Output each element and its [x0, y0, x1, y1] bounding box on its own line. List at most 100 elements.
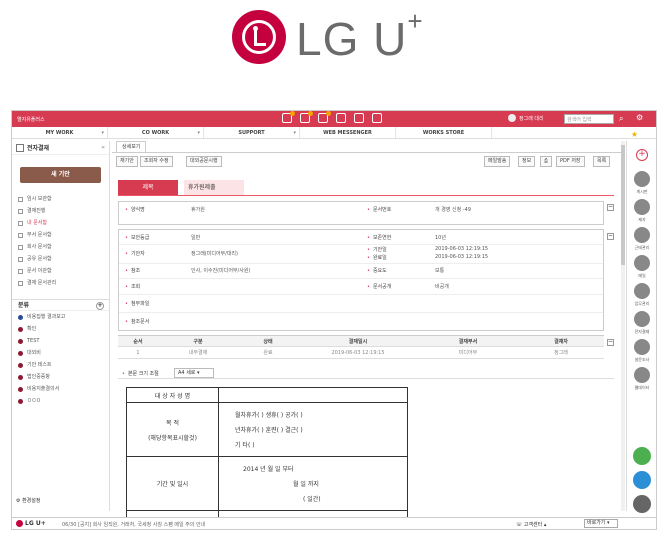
folder-icon: [18, 280, 23, 286]
sidebar-item-label: 결재진행: [27, 208, 46, 214]
approval-icon[interactable]: [354, 113, 364, 123]
rail-pen[interactable]: 제자: [631, 199, 653, 223]
cell: 완료: [263, 350, 273, 356]
add-category-icon[interactable]: +: [96, 302, 104, 310]
rail-webdata[interactable]: 웹데이터: [631, 367, 653, 391]
new-draft-button[interactable]: 새 기안: [20, 167, 101, 183]
importance-key: 중요도: [367, 267, 387, 274]
sidebar-item-doc-manage[interactable]: 결재 문서관리: [12, 277, 109, 289]
collapse-info-icon[interactable]: −: [607, 233, 614, 240]
sidebar-item-my-docs[interactable]: 내 문서함: [12, 217, 109, 229]
right-rail: + 게시판 제자 근태관리 메일 업무관리 전자결재 설문조사 웹데이터: [626, 141, 656, 513]
cell: 2019-06-03 12:19:15: [331, 349, 385, 356]
rail-label: 업무관리: [634, 301, 650, 306]
attendance-icon: [634, 227, 650, 243]
draft-date-value: 2019-06-03 12:19:15: [435, 246, 489, 252]
person-icon[interactable]: [372, 113, 382, 123]
menu-works-store-label: WORKS STORE: [422, 129, 465, 136]
sidebar-item-dept-docs[interactable]: 부서 문서함: [12, 229, 109, 241]
calendar-icon[interactable]: [336, 113, 346, 123]
category-item[interactable]: 기안 테스트: [12, 359, 109, 371]
category-item[interactable]: 확인: [12, 323, 109, 335]
rail-attendance[interactable]: 근태관리: [631, 227, 653, 251]
page-size-select[interactable]: A4 세로 ▾: [174, 368, 214, 378]
scrollbar[interactable]: [621, 141, 625, 511]
collapse-approval-icon[interactable]: −: [607, 339, 614, 346]
sidebar-item-shared-docs[interactable]: 공유 문서함: [12, 253, 109, 265]
search-icon[interactable]: ⌕: [619, 114, 623, 124]
form-name-cell[interactable]: [218, 387, 408, 403]
list-button[interactable]: 목록: [593, 156, 611, 167]
sidebar-item-label: 공유 문서함: [27, 256, 52, 262]
tab-detail[interactable]: 상세보기: [116, 141, 147, 152]
rail-approval[interactable]: 전자결재: [631, 311, 653, 335]
category-item[interactable]: 대외비: [12, 347, 109, 359]
sidebar-item-progress[interactable]: 결재진행: [12, 205, 109, 217]
doc-info-1: 양식명 휴가원 문서번호 개 경영 신청 -49: [118, 201, 604, 225]
menu-my-work[interactable]: MY WORK ▾: [12, 127, 108, 138]
category-label: 비용집행 결과보고: [27, 314, 66, 320]
logo-text: LG U: [296, 13, 408, 65]
headset-icon: ☏: [516, 522, 524, 528]
external-doc-button[interactable]: 대외공문시행: [186, 156, 222, 167]
user-info[interactable]: 정그래 대리: [508, 114, 544, 122]
sidebar-item-transfer-docs[interactable]: 문서 이관함: [12, 265, 109, 277]
table-row: 1 내부결재 완료 2019-06-03 12:19:15 미디어부 정그래: [118, 347, 604, 359]
collapse-icon[interactable]: «: [101, 144, 105, 151]
category-item[interactable]: 법인중증항: [12, 371, 109, 383]
public-value: 비공개: [435, 284, 449, 290]
bullet-icon: [18, 362, 23, 368]
category-item[interactable]: 비용지출결의서: [12, 383, 109, 395]
lg-face-logo-icon: [16, 520, 23, 527]
print-icon[interactable]: ⎙: [540, 156, 553, 167]
form-period-cell[interactable]: 2014 년 월 일 부터 월 일 까지 ( 일간): [218, 456, 408, 511]
mail-icon[interactable]: [318, 111, 331, 123]
settings-link[interactable]: ⚙ 환경설정: [16, 497, 40, 504]
category-label: 법인중증항: [27, 374, 51, 380]
category-item[interactable]: ㅁㅁㅁ: [12, 395, 109, 407]
rail-task[interactable]: 업무관리: [631, 283, 653, 307]
pdf-save-button[interactable]: PDF 저장: [556, 156, 585, 167]
info-button[interactable]: 정보: [518, 156, 536, 167]
contact-icon[interactable]: [633, 471, 651, 489]
cell: 내부결재: [188, 350, 208, 356]
star-icon[interactable]: ★: [631, 130, 638, 139]
menu-works-store[interactable]: WORKS STORE: [396, 127, 492, 138]
rail-mail[interactable]: 메일: [631, 255, 653, 279]
rail-survey[interactable]: 설문조사: [631, 339, 653, 363]
sidebar-item-temp[interactable]: 임시 보관함: [12, 193, 109, 205]
category-label: 대외비: [27, 350, 41, 356]
search-input[interactable]: 검색어 입력: [564, 114, 614, 124]
add-shortcut-icon[interactable]: +: [636, 149, 648, 161]
send-mail-button[interactable]: 메일발송: [484, 156, 511, 167]
customer-center-button[interactable]: ☏ 고객센터 ▴: [516, 521, 546, 528]
security-value: 일반: [191, 235, 201, 241]
phone-icon[interactable]: [633, 447, 651, 465]
gear-icon[interactable]: ⚙: [636, 113, 643, 122]
purpose-line-3: 기 타( ): [235, 442, 255, 449]
form-name-key: 양식명: [125, 206, 145, 213]
rail-label: 게시판: [636, 189, 648, 194]
menu-co-work[interactable]: CO WORK ▾: [108, 127, 204, 138]
category-item[interactable]: TEST: [12, 335, 109, 347]
body-size-bar: 본문 크기 조절 A4 세로 ▾: [118, 367, 614, 379]
sidebar-item-company-docs[interactable]: 회사 문서함: [12, 241, 109, 253]
download-icon[interactable]: [633, 495, 651, 513]
form-purpose-cell[interactable]: 월차휴가( ) 생휴( ) 공가( ) 년차휴가( ) 훈련( ) 결근( ) …: [218, 402, 408, 457]
sidebar-item-label: 회사 문서함: [27, 244, 52, 250]
notice-ticker[interactable]: 06/30 [공지] 회사 임직원, 거래처, 국세청 사칭 스팸 메일 주의 …: [62, 521, 205, 528]
goto-select[interactable]: 바로가기 ▾: [584, 519, 618, 528]
redraft-button[interactable]: 재기안: [116, 156, 138, 167]
sidebar-title: 전자결재 «: [12, 141, 109, 155]
notice-icon[interactable]: [300, 111, 313, 123]
category-item[interactable]: 비용집행 결과보고: [12, 311, 109, 323]
alarm-icon[interactable]: [282, 111, 295, 123]
menu-web-messenger[interactable]: WEB MESSENGER: [300, 127, 396, 138]
rail-board[interactable]: 게시판: [631, 171, 653, 195]
purpose-line-1: 월차휴가( ) 생휴( ) 공가( ): [235, 412, 303, 419]
menu-support[interactable]: SUPPORT ▾: [204, 127, 300, 138]
edit-viewer-button[interactable]: 조회자 수정: [140, 156, 173, 167]
bullet-icon: [18, 398, 23, 404]
scrollbar-thumb[interactable]: [621, 145, 625, 265]
collapse-info-icon[interactable]: −: [607, 204, 614, 211]
